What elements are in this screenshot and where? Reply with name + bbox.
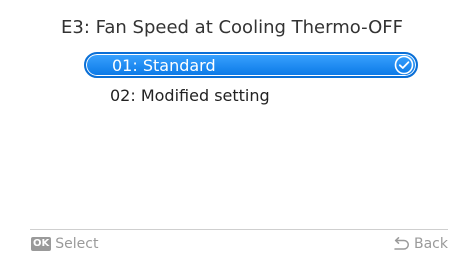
select-hint-label: Select — [55, 236, 99, 252]
option-modified-setting[interactable]: 02: Modified setting — [84, 82, 418, 108]
footer-divider — [30, 229, 448, 230]
option-label: 01: Standard — [112, 56, 216, 75]
back-button[interactable]: Back — [392, 236, 448, 252]
select-hint: OK Select — [31, 236, 98, 252]
settings-screen: E3: Fan Speed at Cooling Thermo-OFF 01: … — [0, 0, 464, 262]
ok-button-icon: OK — [31, 237, 52, 251]
option-label: 02: Modified setting — [110, 86, 270, 105]
page-title: E3: Fan Speed at Cooling Thermo-OFF — [61, 17, 403, 38]
option-standard[interactable]: 01: Standard — [84, 52, 418, 78]
option-list: 01: Standard 02: Modified setting — [84, 52, 418, 112]
check-icon — [394, 55, 414, 75]
back-label: Back — [414, 236, 448, 252]
return-arrow-icon — [394, 237, 409, 250]
